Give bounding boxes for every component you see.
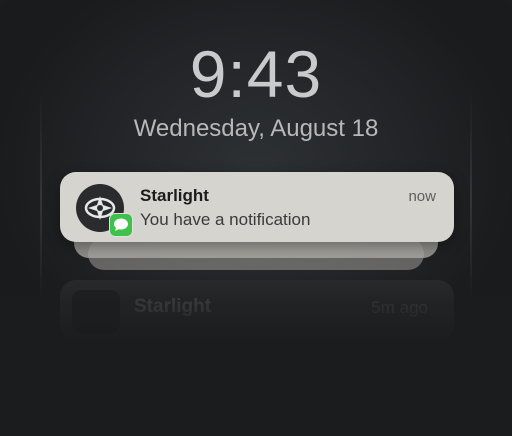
notification-time: now: [408, 188, 436, 205]
lock-time: 9:43: [189, 37, 323, 111]
lock-screen: 9:43 Wednesday, August 18 Starlight You …: [0, 0, 512, 436]
notification-message: You have a notification: [140, 210, 311, 229]
faded-app-icon: [72, 290, 120, 334]
notification-card[interactable]: Starlight You have a notification now: [60, 172, 454, 242]
messages-icon: [109, 213, 133, 237]
lock-date: Wednesday, August 18: [133, 115, 379, 142]
faded-notification-card[interactable]: Starlight 5m ago: [60, 280, 454, 340]
faded-notification-time: 5m ago: [371, 298, 428, 317]
notification-app-name: Starlight: [140, 186, 209, 205]
faded-notification-app-name: Starlight: [134, 296, 212, 317]
